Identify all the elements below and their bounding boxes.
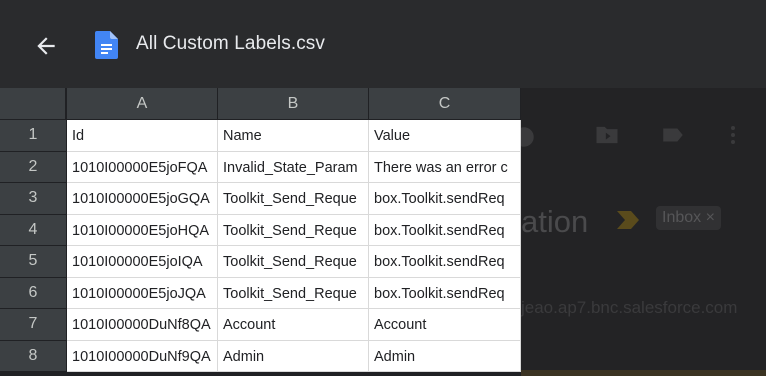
cell-c3[interactable]: box.Toolkit.sendReq <box>369 183 521 215</box>
cell-b2[interactable]: Invalid_State_Param <box>218 151 369 183</box>
cell-a3[interactable]: 1010I00000E5joGQA <box>67 183 218 215</box>
cell-a7[interactable]: 1010I00000DuNf8QA <box>67 309 218 341</box>
sheet-corner <box>0 88 66 120</box>
cell-b8[interactable]: Admin <box>218 340 369 372</box>
cell-c5[interactable]: box.Toolkit.sendReq <box>369 246 521 278</box>
cell-b6[interactable]: Toolkit_Send_Reque <box>218 277 369 309</box>
email-subject-fragment: ation <box>521 204 589 239</box>
cell-a8[interactable]: 1010I00000DuNf9QA <box>67 340 218 372</box>
arrow-back-icon <box>37 37 55 55</box>
label-action-icon <box>521 127 534 147</box>
cell-c8[interactable]: Admin <box>369 340 521 372</box>
cell-b4[interactable]: Toolkit_Send_Reque <box>218 214 369 246</box>
row-header-5[interactable]: 5 <box>0 246 66 278</box>
background-email-view: ation Inbox × jeao.ap7.bnc.salesforce.co… <box>521 88 766 376</box>
label-icon <box>663 128 683 142</box>
cell-a6[interactable]: 1010I00000E5joJQA <box>67 277 218 309</box>
cell-b1[interactable]: Name <box>218 120 369 152</box>
cell-a4[interactable]: 1010I00000E5joHQA <box>67 214 218 246</box>
background-strip <box>521 370 766 376</box>
preview-header: All Custom Labels.csv <box>0 0 766 88</box>
row-header-3[interactable]: 3 <box>0 183 66 215</box>
cell-b5[interactable]: Toolkit_Send_Reque <box>218 246 369 278</box>
row-header-7[interactable]: 7 <box>0 309 66 341</box>
row-header-1[interactable]: 1 <box>0 120 66 152</box>
back-button[interactable] <box>28 28 64 64</box>
cell-c6[interactable]: box.Toolkit.sendReq <box>369 277 521 309</box>
cell-c4[interactable]: box.Toolkit.sendReq <box>369 214 521 246</box>
close-icon: × <box>705 209 715 226</box>
row-header-8[interactable]: 8 <box>0 340 66 372</box>
google-docs-icon <box>95 31 118 59</box>
cell-a5[interactable]: 1010I00000E5joIQA <box>67 246 218 278</box>
cell-b3[interactable]: Toolkit_Send_Reque <box>218 183 369 215</box>
cell-c7[interactable]: Account <box>369 309 521 341</box>
file-title: All Custom Labels.csv <box>136 33 326 54</box>
column-header-c[interactable]: C <box>369 88 521 120</box>
importance-marker-icon <box>617 211 639 229</box>
cell-a1[interactable]: Id <box>67 120 218 152</box>
row-header-4[interactable]: 4 <box>0 214 66 246</box>
column-header-b[interactable]: B <box>218 88 369 120</box>
inbox-chip: Inbox × <box>656 206 721 230</box>
more-vert-icon <box>731 126 735 144</box>
email-link-fragment: jeao.ap7.bnc.salesforce.com <box>521 298 738 317</box>
cell-c2[interactable]: There was an error c <box>369 151 521 183</box>
cell-c1[interactable]: Value <box>369 120 521 152</box>
cell-a2[interactable]: 1010I00000E5joFQA <box>67 151 218 183</box>
cell-b7[interactable]: Account <box>218 309 369 341</box>
row-header-2[interactable]: 2 <box>0 151 66 183</box>
move-to-icon <box>596 126 618 144</box>
row-header-6[interactable]: 6 <box>0 277 66 309</box>
column-header-a[interactable]: A <box>67 88 218 120</box>
